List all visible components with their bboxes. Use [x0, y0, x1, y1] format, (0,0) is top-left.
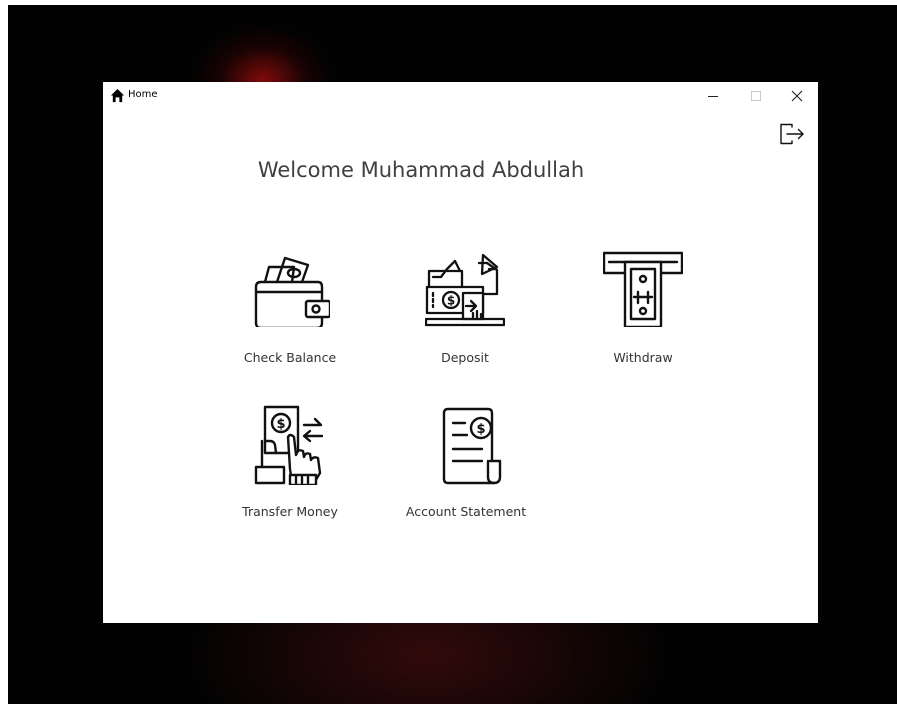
title-bar[interactable]: Home	[103, 82, 818, 110]
maximize-button[interactable]	[739, 82, 773, 110]
deposit-tile[interactable]: $ Deposit	[385, 247, 515, 367]
transfer-money-label: Transfer Money	[242, 504, 338, 519]
svg-text:$: $	[476, 422, 485, 437]
check-balance-tile[interactable]: Check Balance	[210, 247, 340, 367]
close-icon	[791, 90, 803, 102]
minimize-button[interactable]	[696, 82, 730, 110]
svg-text:$: $	[447, 294, 455, 308]
withdraw-label: Withdraw	[613, 350, 673, 365]
maximize-icon	[751, 91, 761, 101]
deposit-icon: $	[425, 253, 505, 327]
transfer-money-tile[interactable]: $ Transfer Money	[210, 405, 340, 525]
deposit-label: Deposit	[441, 350, 489, 365]
account-statement-tile[interactable]: $ Account Statement	[386, 405, 526, 525]
logout-icon	[780, 123, 804, 145]
statement-icon: $	[442, 407, 502, 485]
account-statement-label: Account Statement	[405, 504, 527, 519]
close-button[interactable]	[780, 82, 814, 110]
home-window: Home Welcome Muhammad Abdullah Check Bal…	[103, 82, 818, 623]
transfer-money-icon: $	[254, 405, 324, 485]
minimize-icon	[708, 96, 718, 97]
welcome-heading: Welcome Muhammad Abdullah	[257, 158, 585, 182]
atm-withdraw-icon	[603, 251, 683, 327]
wallet-icon	[254, 256, 330, 327]
window-title: Home	[128, 89, 158, 100]
withdraw-tile[interactable]: Withdraw	[563, 247, 693, 367]
logout-button[interactable]	[779, 122, 805, 146]
check-balance-label: Check Balance	[243, 350, 337, 365]
home-icon	[110, 88, 125, 103]
svg-text:$: $	[276, 417, 285, 432]
